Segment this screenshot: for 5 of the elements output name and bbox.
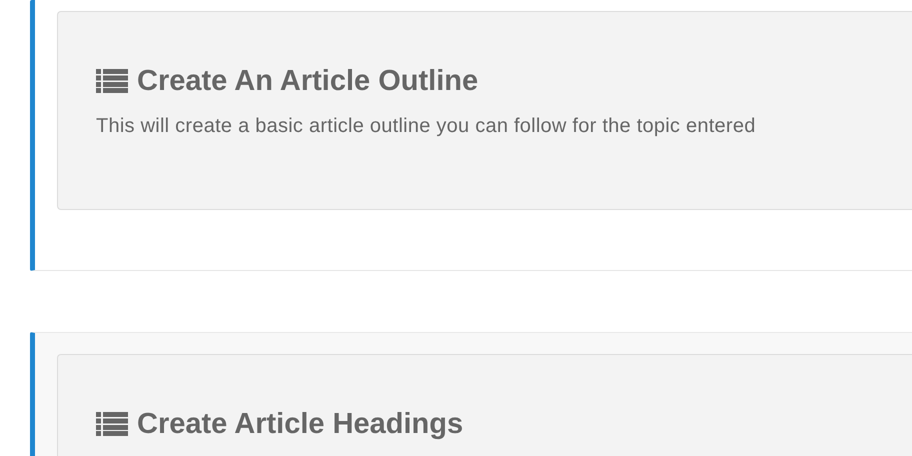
list-icon <box>96 412 128 436</box>
card-title: Create Article Headings <box>137 407 464 441</box>
card-description: This will create a basic article outline you can follow for the topic entered <box>96 115 757 138</box>
list-icon <box>96 69 128 93</box>
card-title: Create An Article Outline <box>137 64 478 98</box>
